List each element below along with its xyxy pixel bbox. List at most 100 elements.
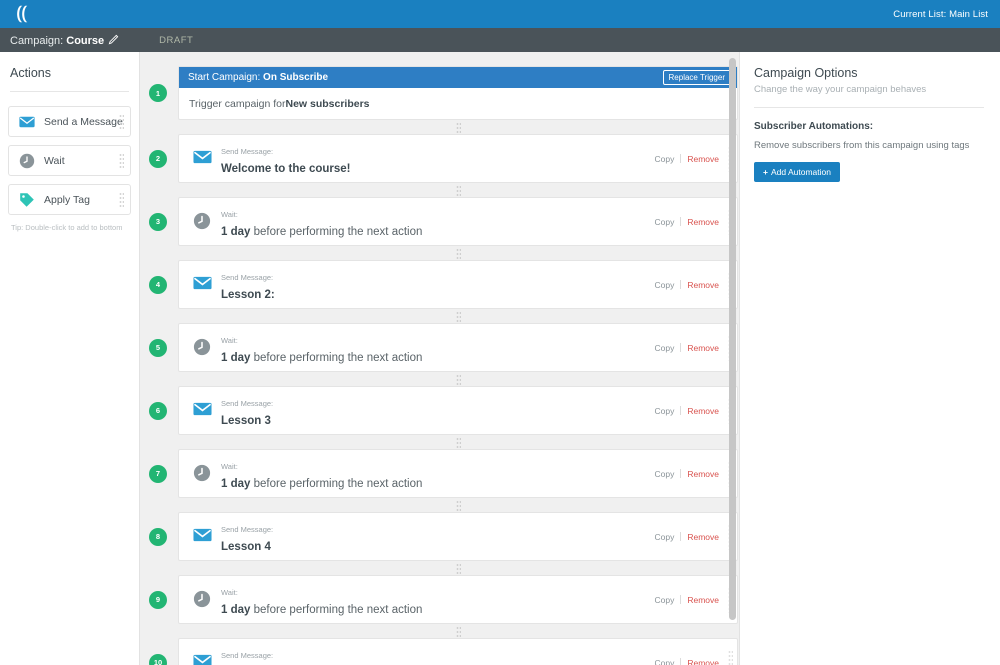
action-divider (680, 280, 681, 289)
step-number-badge: 5 (149, 339, 167, 357)
remove-link[interactable]: Remove (687, 658, 719, 665)
step-card[interactable]: Wait:1 day before performing the next ac… (178, 323, 738, 372)
step-kind-label: Send Message: (221, 273, 273, 282)
remove-link[interactable]: Remove (687, 532, 719, 542)
step-card[interactable]: Wait: 1 day before performing the next ac… (178, 197, 738, 246)
remove-link[interactable]: Remove (687, 280, 719, 290)
flow-step: 4Send Message:Lesson 2:CopyRemove (178, 260, 738, 309)
action-divider (680, 343, 681, 352)
sidebar-item-apply-tag[interactable]: Apply Tag (8, 184, 131, 215)
step-title: 1 day before performing the next action (221, 226, 422, 238)
step-kind-label: Wait: (221, 210, 238, 219)
clock-icon (19, 153, 35, 169)
sidebar-item-label: Apply Tag (44, 194, 90, 206)
step-card[interactable]: Wait:1 day before performing the next ac… (178, 449, 738, 498)
drag-handle-icon[interactable] (119, 114, 124, 130)
flow-step: 6Send Message:Lesson 3CopyRemove (178, 386, 738, 435)
clock-icon (193, 590, 212, 609)
step-row: Send Message:Lesson 3Copy Remove (179, 387, 737, 434)
add-automation-button[interactable]: +Add Automation (754, 162, 840, 182)
canvas-scrollbar[interactable] (729, 58, 736, 659)
remove-link[interactable]: Remove (687, 217, 719, 227)
step-text: Send Message:Welcome to the course! (221, 141, 655, 177)
step-title: Welcome to the course! (221, 163, 351, 175)
step-text: Wait:1 day before performing the next ac… (221, 330, 655, 366)
step-row: Send Message:Lesson 5Copy Remove (179, 639, 737, 665)
trigger-card-body: Trigger campaign for New subscribers (179, 88, 737, 119)
step-number-badge: 9 (149, 591, 167, 609)
connector-dots-icon[interactable] (456, 122, 461, 133)
envelope-icon (193, 653, 212, 665)
copy-link[interactable]: Copy (655, 406, 675, 416)
remove-link[interactable]: Remove (687, 406, 719, 416)
step-actions: Copy Remove (655, 154, 720, 164)
connector-dots-icon[interactable] (456, 500, 461, 511)
step-actions: Copy Remove (655, 280, 720, 290)
copy-link[interactable]: Copy (655, 658, 675, 665)
canvas-scroll-area[interactable]: 1 Start Campaign: On Subscribe Replace T… (140, 52, 725, 665)
connector-dots-icon[interactable] (456, 626, 461, 637)
step-card[interactable]: Send Message:Lesson 4CopyRemove (178, 512, 738, 561)
step-title: Lesson 3 (221, 415, 271, 427)
connector-dots-icon[interactable] (456, 374, 461, 385)
clock-icon (193, 212, 212, 231)
copy-link[interactable]: Copy (655, 595, 675, 605)
canvas-scrollbar-thumb[interactable] (729, 58, 736, 620)
step-connector (178, 561, 738, 575)
panel-divider (754, 107, 984, 108)
connector-dots-icon[interactable] (456, 185, 461, 196)
remove-link[interactable]: Remove (687, 469, 719, 479)
campaign-flow: 1 Start Campaign: On Subscribe Replace T… (178, 66, 738, 665)
step-title: 1 day before performing the next action (221, 352, 422, 364)
step-row: Send Message:Lesson 2:CopyRemove (179, 261, 737, 308)
step-number-badge: 7 (149, 465, 167, 483)
remove-link[interactable]: Remove (687, 595, 719, 605)
connector-dots-icon[interactable] (456, 437, 461, 448)
brand-logo-icon[interactable] (12, 3, 34, 25)
remove-link[interactable]: Remove (687, 154, 719, 164)
clock-icon (193, 338, 212, 357)
step-actions: Copy Remove (655, 532, 720, 542)
copy-link[interactable]: Copy (655, 280, 675, 290)
step-kind-label: Wait: (221, 588, 238, 597)
replace-trigger-button[interactable]: Replace Trigger (663, 70, 731, 85)
sidebar-title: Actions (8, 66, 131, 80)
app-body: Actions Send a Message Wait Apply Tag Ti… (0, 52, 1000, 665)
action-divider (680, 406, 681, 415)
copy-link[interactable]: Copy (655, 343, 675, 353)
connector-dots-icon[interactable] (456, 248, 461, 259)
step-card[interactable]: Send Message:Welcome to the course!Copy R… (178, 134, 738, 183)
brand-logo-glyph (12, 3, 34, 25)
step-text: Send Message:Lesson 3 (221, 393, 655, 429)
trigger-card[interactable]: Start Campaign: On Subscribe Replace Tri… (178, 66, 738, 120)
step-card[interactable]: Send Message:Lesson 5Copy Remove (178, 638, 738, 665)
connector-dots-icon[interactable] (456, 563, 461, 574)
remove-link[interactable]: Remove (687, 343, 719, 353)
envelope-icon (193, 149, 212, 168)
sidebar-item-wait[interactable]: Wait (8, 145, 131, 176)
add-automation-label: Add Automation (771, 167, 831, 177)
step-card[interactable]: Wait: 1 day before performing the next ac… (178, 575, 738, 624)
pencil-icon[interactable] (104, 35, 119, 47)
copy-link[interactable]: Copy (655, 217, 675, 227)
drag-handle-icon[interactable] (119, 192, 124, 208)
flow-step: 8Send Message:Lesson 4CopyRemove (178, 512, 738, 561)
envelope-icon (19, 114, 35, 130)
flow-step: 7Wait:1 day before performing the next a… (178, 449, 738, 498)
sidebar-item-send-a-message[interactable]: Send a Message (8, 106, 131, 137)
step-text: Wait: 1 day before performing the next ac… (221, 204, 655, 240)
status-badge: DRAFT (159, 35, 193, 46)
step-connector (178, 372, 738, 386)
connector-dots-icon[interactable] (456, 311, 461, 322)
step-text: Send Message:Lesson 5 (221, 645, 655, 665)
copy-link[interactable]: Copy (655, 154, 675, 164)
copy-link[interactable]: Copy (655, 532, 675, 542)
clock-icon (193, 464, 212, 483)
step-title: 1 day before performing the next action (221, 604, 422, 616)
drag-handle-icon[interactable] (119, 153, 124, 169)
copy-link[interactable]: Copy (655, 469, 675, 479)
step-card[interactable]: Send Message:Lesson 3Copy Remove (178, 386, 738, 435)
current-list-label: Current List: Main List (893, 9, 988, 20)
trigger-title-value: On Subscribe (263, 72, 328, 83)
step-card[interactable]: Send Message:Lesson 2:CopyRemove (178, 260, 738, 309)
